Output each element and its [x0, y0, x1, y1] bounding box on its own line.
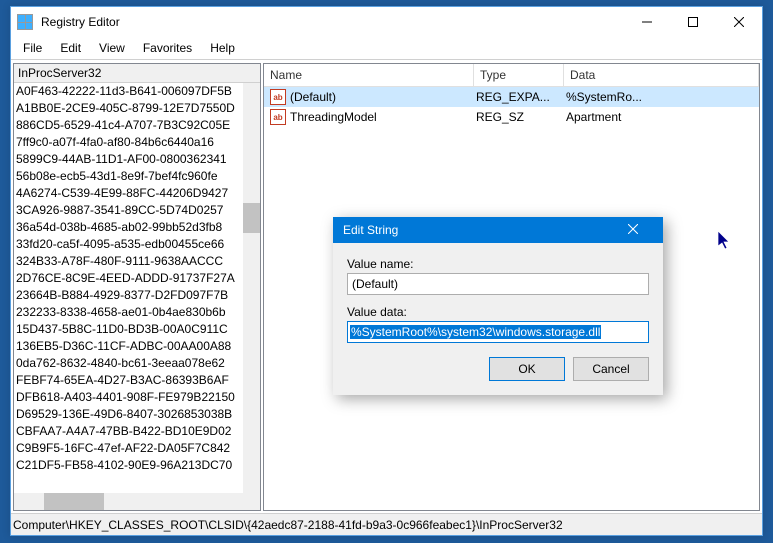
tree-item[interactable]: 7ff9c0-a07f-4fa0-af80-84b6c6440a16 [14, 134, 260, 151]
tree-selected-key[interactable]: InProcServer32 [14, 64, 260, 83]
tree-item[interactable]: 15D437-5B8C-11D0-BD3B-00A0C911C [14, 321, 260, 338]
scrollbar-thumb[interactable] [243, 203, 260, 233]
value-name-field[interactable]: (Default) [347, 273, 649, 295]
tree-item[interactable]: 0da762-8632-4840-bc61-3eeaa078e62 [14, 355, 260, 372]
close-button[interactable] [716, 7, 762, 37]
scrollbar-thumb[interactable] [44, 493, 104, 510]
maximize-icon [688, 17, 698, 27]
tree-item[interactable]: D69529-136E-49D6-8407-3026853038B [14, 406, 260, 423]
tree-item[interactable]: FEBF74-65EA-4D27-B3AC-86393B6AF [14, 372, 260, 389]
window-title: Registry Editor [41, 15, 624, 29]
tree-item[interactable]: 33fd20-ca5f-4095-a535-edb00455ce66 [14, 236, 260, 253]
menubar: File Edit View Favorites Help [11, 37, 762, 60]
table-row[interactable]: ab (Default) REG_EXPA...%SystemRo... [264, 87, 759, 107]
statusbar: Computer\HKEY_CLASSES_ROOT\CLSID\{42aedc… [11, 513, 762, 535]
tree-item[interactable]: A1BB0E-2CE9-405C-8799-12E7D7550D [14, 100, 260, 117]
ok-button[interactable]: OK [489, 357, 565, 381]
tree-pane[interactable]: InProcServer32 A0F463-42222-11d3-B641-00… [13, 63, 261, 511]
regedit-icon [17, 14, 33, 30]
menu-favorites[interactable]: Favorites [135, 39, 200, 57]
titlebar[interactable]: Registry Editor [11, 7, 762, 37]
tree-item[interactable]: CBFAA7-A4A7-47BB-B422-BD10E9D02 [14, 423, 260, 440]
tree-item[interactable]: 56b08e-ecb5-43d1-8e9f-7bef4fc960fe [14, 168, 260, 185]
string-value-icon: ab [270, 109, 286, 125]
value-data-field[interactable]: %SystemRoot%\system32\windows.storage.dl… [347, 321, 649, 343]
maximize-button[interactable] [670, 7, 716, 37]
cancel-button[interactable]: Cancel [573, 357, 649, 381]
tree-item[interactable]: C21DF5-FB58-4102-90E9-96A213DC70 [14, 457, 260, 474]
tree-item[interactable]: 3CA926-9887-3541-89CC-5D74D0257 [14, 202, 260, 219]
column-data[interactable]: Data [564, 64, 759, 86]
column-type[interactable]: Type [474, 64, 564, 86]
value-name: ThreadingModel [290, 110, 377, 124]
tree-item[interactable]: 324B33-A78F-480F-9111-9638AACCC [14, 253, 260, 270]
edit-string-dialog: Edit String Value name: (Default) Value … [333, 217, 663, 395]
tree-item[interactable]: 136EB5-D36C-11CF-ADBC-00AA00A88 [14, 338, 260, 355]
column-name[interactable]: Name [264, 64, 474, 86]
value-name: (Default) [290, 90, 336, 104]
values-header: Name Type Data [264, 64, 759, 87]
tree-item[interactable]: 886CD5-6529-41c4-A707-7B3C92C05E [14, 117, 260, 134]
tree-item[interactable]: 23664B-B884-4929-8377-D2FD097F7B [14, 287, 260, 304]
menu-view[interactable]: View [91, 39, 133, 57]
value-data: %SystemRo... [564, 90, 759, 104]
value-data-text: %SystemRoot%\system32\windows.storage.dl… [350, 325, 601, 339]
tree-item[interactable]: 2D76CE-8C9E-4EED-ADDD-91737F27A [14, 270, 260, 287]
value-data-label: Value data: [347, 305, 649, 319]
value-data: Apartment [564, 110, 759, 124]
tree-item[interactable]: 36a54d-038b-4685-ab02-99bb52d3fb8 [14, 219, 260, 236]
tree-item[interactable]: A0F463-42222-11d3-B641-006097DF5B [14, 83, 260, 100]
tree-item[interactable]: 232233-8338-4658-ae01-0b4ae830b6b [14, 304, 260, 321]
close-icon [628, 224, 638, 234]
value-type: REG_SZ [474, 110, 564, 124]
dialog-close-button[interactable] [613, 223, 653, 237]
menu-file[interactable]: File [15, 39, 50, 57]
scrollbar-horizontal[interactable] [14, 493, 243, 510]
scroll-corner [243, 493, 260, 510]
menu-help[interactable]: Help [202, 39, 243, 57]
menu-edit[interactable]: Edit [52, 39, 89, 57]
value-name-label: Value name: [347, 257, 649, 271]
minimize-button[interactable] [624, 7, 670, 37]
scrollbar-vertical[interactable] [243, 83, 260, 493]
tree-item[interactable]: C9B9F5-16FC-47ef-AF22-DA05F7C842 [14, 440, 260, 457]
minimize-icon [642, 17, 652, 27]
table-row[interactable]: ab ThreadingModel REG_SZApartment [264, 107, 759, 127]
tree-item[interactable]: DFB618-A403-4401-908F-FE979B22150 [14, 389, 260, 406]
string-value-icon: ab [270, 89, 286, 105]
tree-item[interactable]: 4A6274-C539-4E99-88FC-44206D9427 [14, 185, 260, 202]
dialog-title: Edit String [343, 223, 613, 237]
value-name-text: (Default) [352, 277, 398, 291]
dialog-titlebar[interactable]: Edit String [333, 217, 663, 243]
tree-item[interactable]: 5899C9-44AB-11D1-AF00-0800362341 [14, 151, 260, 168]
close-icon [734, 17, 744, 27]
value-type: REG_EXPA... [474, 90, 564, 104]
